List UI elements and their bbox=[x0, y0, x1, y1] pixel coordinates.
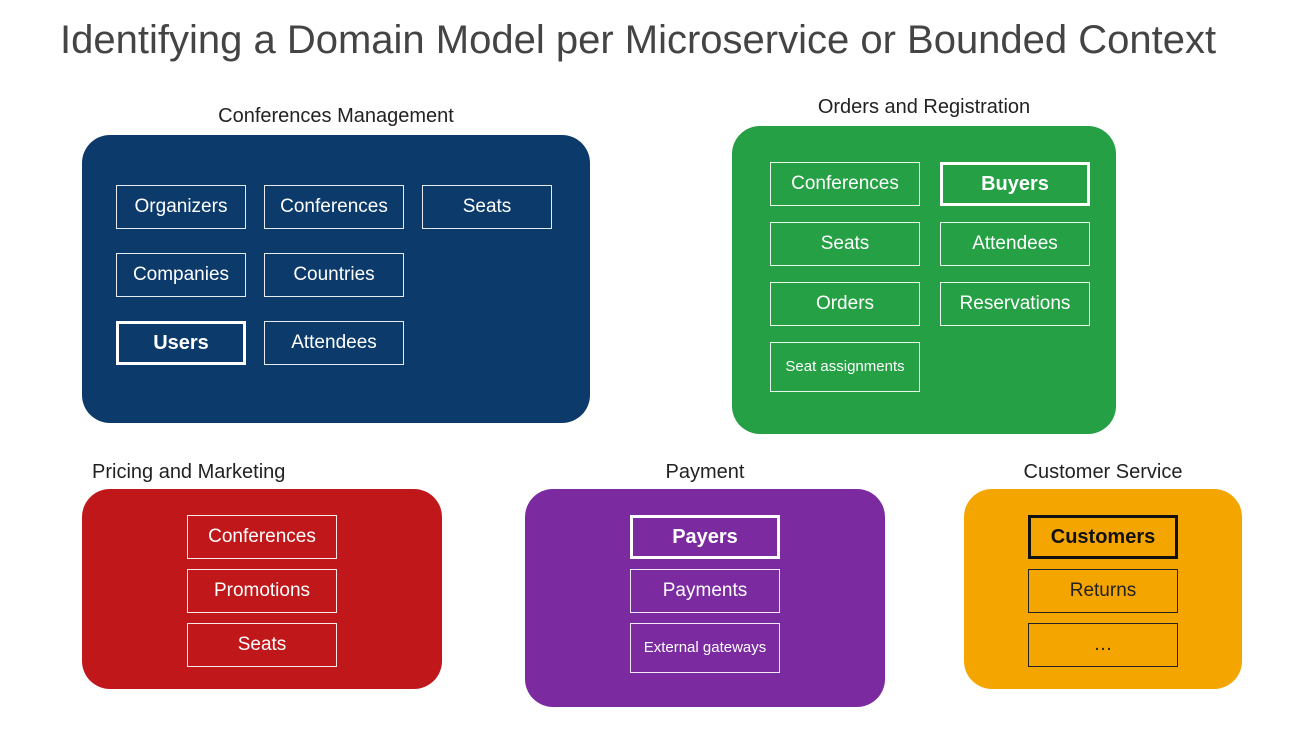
entity-or-conferences: Conferences bbox=[770, 162, 920, 206]
entity-organizers: Organizers bbox=[116, 185, 246, 229]
py-col: Payers Payments External gateways bbox=[545, 511, 865, 673]
entity-reservations: Reservations bbox=[940, 282, 1090, 326]
entity-customers: Customers bbox=[1028, 515, 1178, 559]
entity-more: … bbox=[1028, 623, 1178, 667]
cm-grid: Organizers Conferences Seats Companies C… bbox=[102, 157, 570, 377]
context-customer-service: Customers Returns … bbox=[964, 489, 1242, 689]
entity-promotions: Promotions bbox=[187, 569, 337, 613]
context-title-cs: Customer Service bbox=[964, 461, 1242, 484]
entity-conferences: Conferences bbox=[264, 185, 404, 229]
entity-external-gateways: External gateways bbox=[630, 623, 780, 673]
cs-col: Customers Returns … bbox=[984, 511, 1222, 667]
entity-returns: Returns bbox=[1028, 569, 1178, 613]
entity-users: Users bbox=[116, 321, 246, 365]
entity-orders: Orders bbox=[770, 282, 920, 326]
context-title-pm: Pricing and Marketing bbox=[82, 461, 442, 484]
entity-attendees: Attendees bbox=[264, 321, 404, 365]
context-conferences-management: Organizers Conferences Seats Companies C… bbox=[82, 135, 590, 423]
context-orders-registration: Conferences Buyers Seats Attendees Order… bbox=[732, 126, 1116, 434]
pm-col: Conferences Promotions Seats bbox=[102, 511, 422, 667]
page-title: Identifying a Domain Model per Microserv… bbox=[60, 18, 1216, 63]
entity-payers: Payers bbox=[630, 515, 780, 559]
entity-seats: Seats bbox=[422, 185, 552, 229]
entity-or-attendees: Attendees bbox=[940, 222, 1090, 266]
entity-seat-assignments: Seat assignments bbox=[770, 342, 920, 392]
entity-pm-seats: Seats bbox=[187, 623, 337, 667]
context-title-cm: Conferences Management bbox=[82, 105, 590, 128]
entity-pm-conferences: Conferences bbox=[187, 515, 337, 559]
context-pricing-marketing: Conferences Promotions Seats bbox=[82, 489, 442, 689]
context-payment: Payers Payments External gateways bbox=[525, 489, 885, 707]
entity-buyers: Buyers bbox=[940, 162, 1090, 206]
entity-payments: Payments bbox=[630, 569, 780, 613]
or-grid: Conferences Buyers Seats Attendees Order… bbox=[752, 148, 1096, 394]
entity-blank bbox=[422, 253, 552, 301]
entity-countries: Countries bbox=[264, 253, 404, 297]
context-title-py: Payment bbox=[525, 461, 885, 484]
context-title-or: Orders and Registration bbox=[732, 96, 1116, 119]
entity-companies: Companies bbox=[116, 253, 246, 297]
entity-or-seats: Seats bbox=[770, 222, 920, 266]
